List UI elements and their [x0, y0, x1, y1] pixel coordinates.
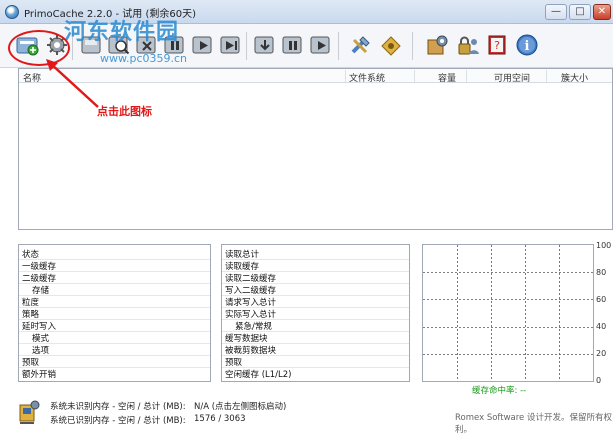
annotation-arrow — [46, 59, 99, 108]
graph-y-tick-80: 80 — [596, 268, 607, 277]
stat-label-free-cache: 空闲缓存 (L1/L2) — [225, 370, 292, 380]
column-free-space[interactable]: 可用空间 — [494, 71, 530, 84]
hit-rate-grid — [423, 245, 593, 381]
column-filesystem[interactable]: 文件系统 — [349, 71, 385, 84]
app-icon — [5, 5, 19, 19]
resume-icon[interactable] — [308, 32, 334, 58]
cache-info-panel: 状态 一级缓存 二级缓存 存储 粒度 策略 延时写入 模式 选项 预取 额外开销 — [18, 244, 211, 382]
help-book-icon[interactable]: ? — [484, 32, 510, 58]
status-area: 系统未识别内存 - 空闲 / 总计 (MB): N/A (点击左侧图标启动) 系… — [0, 394, 613, 435]
list-header: 名称 文件系统 容量 可用空间 簇大小 — [19, 69, 612, 84]
graph-y-tick-20: 20 — [596, 349, 607, 358]
graph-y-tick-60: 60 — [596, 295, 607, 304]
watermark-url: www.pc0359.cn — [100, 52, 188, 65]
memory-chip-icon[interactable] — [17, 399, 41, 425]
tools-icon[interactable] — [348, 32, 374, 58]
unrecognized-memory-value: N/A (点击左侧图标启动) — [194, 402, 287, 412]
volume-list[interactable]: 名称 文件系统 容量 可用空间 簇大小 — [18, 68, 613, 230]
info-icon[interactable]: i — [514, 32, 540, 58]
svg-text:i: i — [525, 39, 530, 54]
unrecognized-memory-label: 系统未识别内存 - 空闲 / 总计 (MB): — [50, 402, 186, 412]
graph-y-tick-0: 0 — [596, 376, 602, 385]
flush-icon[interactable] — [252, 32, 278, 58]
column-capacity[interactable]: 容量 — [438, 71, 456, 84]
copyright-text: Romex Software 设计开发。保留所有权利。 — [455, 413, 612, 435]
play-icon[interactable] — [190, 32, 216, 58]
column-cluster-size[interactable]: 簇大小 — [561, 71, 588, 84]
lock-user-icon[interactable] — [454, 32, 480, 58]
close-button[interactable]: ✕ — [593, 4, 611, 20]
graph-y-tick-40: 40 — [596, 322, 607, 331]
graph-y-tick-100: 100 — [596, 241, 612, 250]
info-label-overhead: 额外开销 — [22, 370, 57, 380]
svg-text:?: ? — [494, 39, 500, 52]
maximize-button[interactable]: □ — [569, 4, 591, 20]
annotation-text: 点击此图标 — [97, 105, 152, 118]
recognized-memory-value: 1576 / 3063 — [194, 414, 246, 424]
column-name[interactable]: 名称 — [23, 71, 41, 84]
hit-rate-graph — [422, 244, 594, 382]
recognized-memory-label: 系统已识别内存 - 空闲 / 总计 (MB): — [50, 416, 186, 426]
minimize-button[interactable]: — — [545, 4, 567, 20]
stop-icon[interactable] — [218, 32, 244, 58]
pause-icon[interactable] — [280, 32, 306, 58]
settings-box-icon[interactable] — [424, 32, 450, 58]
watermark-site-name: 河东软件园 — [64, 20, 180, 45]
key-icon[interactable] — [378, 32, 404, 58]
cache-stats-panel: 读取总计 读取缓存 读取二级缓存 写入二级缓存 请求写入总计 实际写入总计 紧急… — [221, 244, 410, 382]
